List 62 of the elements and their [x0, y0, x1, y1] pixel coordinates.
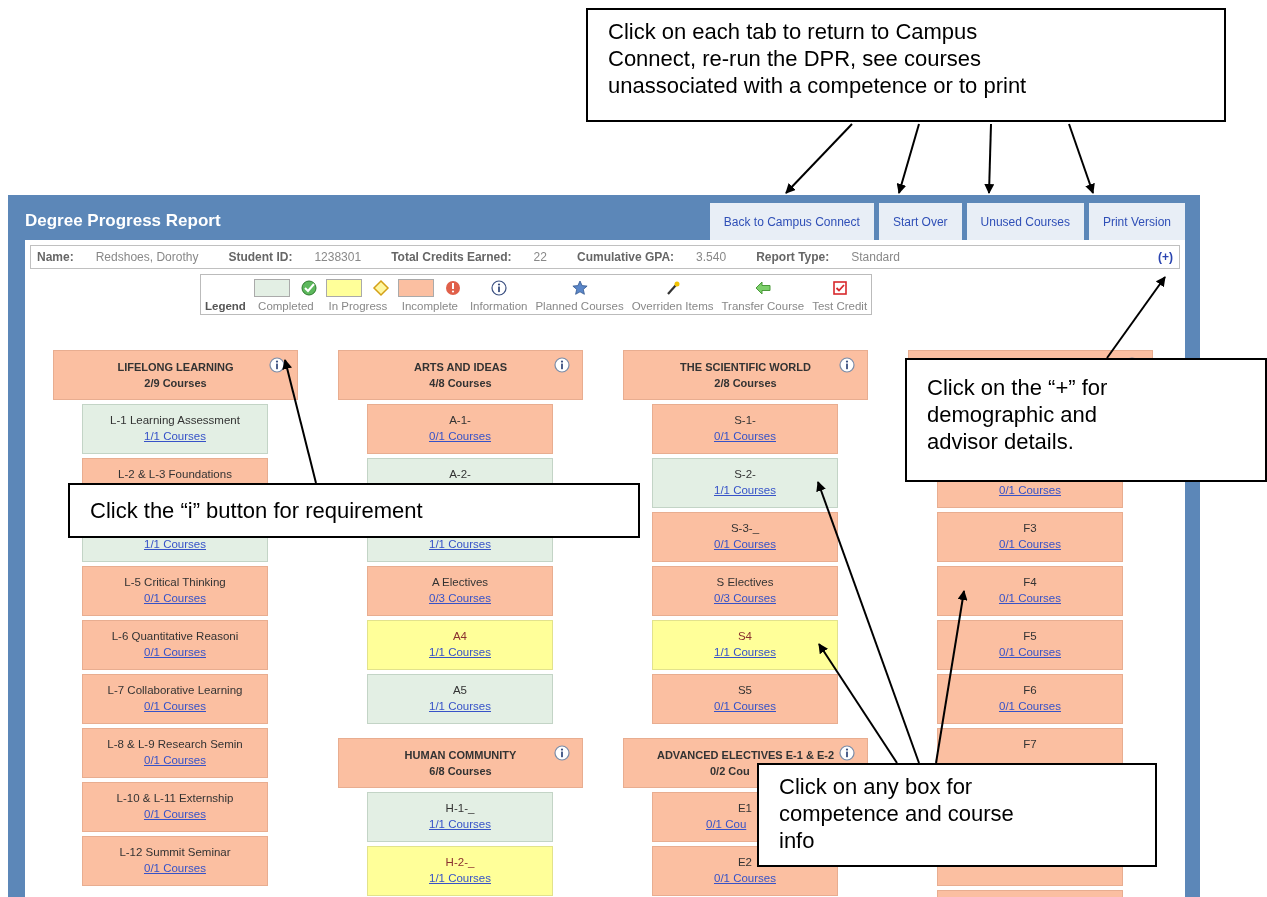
- field-label: Cumulative GPA:: [576, 250, 675, 264]
- callout-tooltip: Click on each tab to return to Campus Connect, re-run the DPR, see courses unassociated with a competence or to print: [586, 8, 1226, 122]
- legend-label: Test Credit: [812, 300, 868, 312]
- legend-label: Transfer Course: [721, 300, 805, 312]
- requirement-name: F3: [1023, 522, 1037, 536]
- requirement-name: L-12 Summit Seminar: [119, 846, 231, 860]
- requirement-name: S Electives: [716, 576, 774, 590]
- requirement-name: F5: [1023, 630, 1037, 644]
- legend-title: Legend: [205, 300, 246, 312]
- competency-title: LIFELONG LEARNING: [117, 360, 234, 374]
- requirement-name: E1: [737, 802, 753, 816]
- requirement-name: L-5 Critical Thinking: [124, 576, 226, 590]
- requirement-name: F6: [1023, 684, 1037, 698]
- field-label: Student ID:: [228, 250, 293, 264]
- callout-tooltip: Click on the “+” for demographic and advisor details.: [905, 358, 1267, 482]
- legend-label: Incomplete: [401, 300, 458, 312]
- legend-label: Completed: [258, 300, 314, 312]
- requirement-name: S-1-: [734, 414, 756, 428]
- field-value: Redshoes, Dorothy: [95, 250, 199, 264]
- requirement-name: E2: [737, 856, 753, 870]
- course-count: 2/9 Courses: [144, 376, 207, 390]
- requirement-name: H-2-_: [445, 856, 475, 870]
- legend-label: Planned Courses: [535, 300, 624, 312]
- requirement-name: L-10 & L-11 Externship: [116, 792, 234, 806]
- requirement-name: A-2-: [449, 468, 471, 482]
- requirement-name: F4: [1023, 576, 1037, 590]
- requirement-name: S5: [737, 684, 753, 698]
- course-count: 6/8 Courses: [429, 764, 492, 778]
- requirement-name: F7: [1023, 738, 1037, 752]
- requirement-name: L-2 & L-3 Foundations: [118, 468, 232, 482]
- legend-label: Information: [469, 300, 528, 312]
- requirement-name: S4: [737, 630, 753, 644]
- callout-tooltip: Click on any box for competence and course info: [757, 763, 1157, 867]
- field-value: Standard: [851, 250, 900, 264]
- competency-title: ARTS AND IDEAS: [413, 360, 508, 374]
- legend-label: Overriden Items: [631, 300, 714, 312]
- course-count: 2/8 Courses: [714, 376, 777, 390]
- requirement-name: S-3-_: [730, 522, 760, 536]
- field-label: Report Type:: [756, 250, 830, 264]
- requirement-name: S-2-: [734, 468, 756, 482]
- requirement-name: L-1 Learning Assessment: [110, 414, 240, 428]
- requirement-name: H-1-_: [445, 802, 475, 816]
- course-count: 4/8 Courses: [429, 376, 492, 390]
- field-value: 3.540: [696, 250, 727, 264]
- window-title: Degree Progress Report: [25, 211, 222, 231]
- field-value: 22: [533, 250, 547, 264]
- requirement-name: L-8 & L-9 Research Semin: [107, 738, 243, 752]
- requirement-name: A5: [452, 684, 468, 698]
- course-count: 0/2 Cou: [709, 764, 750, 778]
- competency-title: ADVANCED ELECTIVES E-1 & E-2: [656, 748, 835, 762]
- requirement-name: A-1-: [449, 414, 471, 428]
- field-label: Name:: [37, 250, 74, 264]
- callout-tooltip: Click the “i” button for requirement: [68, 483, 640, 538]
- requirement-name: L-7 Collaborative Learning: [107, 684, 243, 698]
- competency-title: THE SCIENTIFIC WORLD: [680, 360, 811, 374]
- legend-label: In Progress: [328, 300, 388, 312]
- competency-title: HUMAN COMMUNITY: [404, 748, 517, 762]
- field-label: Total Credits Earned:: [391, 250, 512, 264]
- requirement-name: A4: [452, 630, 468, 644]
- requirement-name: L-6 Quantitative Reasoni: [111, 630, 239, 644]
- field-value: 1238301: [314, 250, 362, 264]
- requirement-name: A Electives: [431, 576, 489, 590]
